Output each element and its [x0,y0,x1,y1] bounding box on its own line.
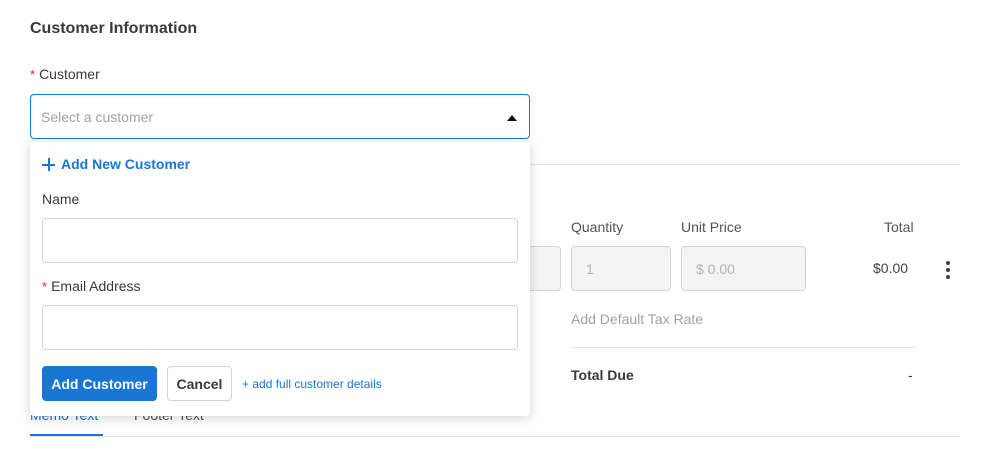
name-field[interactable] [42,218,518,263]
email-label-text: Email Address [51,278,141,294]
total-header: Total [884,219,914,235]
email-field[interactable] [42,305,518,350]
plus-icon [42,157,55,171]
email-label: * Email Address [42,278,141,294]
row-total: $0.00 [873,260,909,276]
cancel-button[interactable]: Cancel [167,366,232,401]
tabs-divider [30,436,960,437]
add-tax-rate-link[interactable]: Add Default Tax Rate [571,311,703,327]
total-due-value: - [908,367,913,383]
add-customer-button[interactable]: Add Customer [42,366,157,401]
customer-select[interactable]: Select a customer [30,94,530,139]
required-marker: * [42,279,48,294]
customer-select-placeholder: Select a customer [41,108,154,125]
customer-dropdown: Add New Customer Name * Email Address Add… [30,142,530,416]
total-due-label: Total Due [571,367,634,383]
add-new-customer-link[interactable]: Add New Customer [42,156,190,172]
invoice-form: Customer Information * Customer Select a … [0,0,988,465]
unit-price-input[interactable]: $ 0.00 [681,246,806,291]
required-marker: * [30,67,36,82]
add-new-customer-label: Add New Customer [61,156,191,172]
customer-label: * Customer [30,66,100,82]
quantity-header: Quantity [571,219,624,235]
customer-label-text: Customer [39,66,100,82]
section-title: Customer Information [30,20,198,37]
unit-price-header: Unit Price [681,219,742,235]
more-vertical-icon[interactable] [944,261,952,279]
add-full-details-link[interactable]: + add full customer details [242,377,382,391]
name-label: Name [42,191,80,207]
totals-divider [571,347,916,348]
quantity-input[interactable]: 1 [571,246,671,291]
caret-up-icon [507,115,517,121]
